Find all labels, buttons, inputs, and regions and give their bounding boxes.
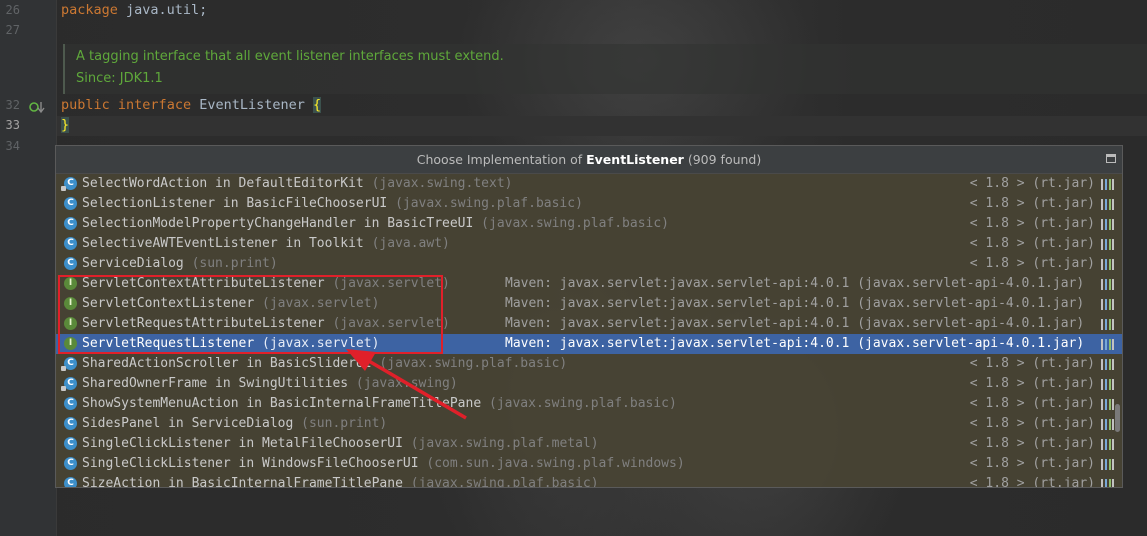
annotation-arrow	[346, 349, 467, 420]
